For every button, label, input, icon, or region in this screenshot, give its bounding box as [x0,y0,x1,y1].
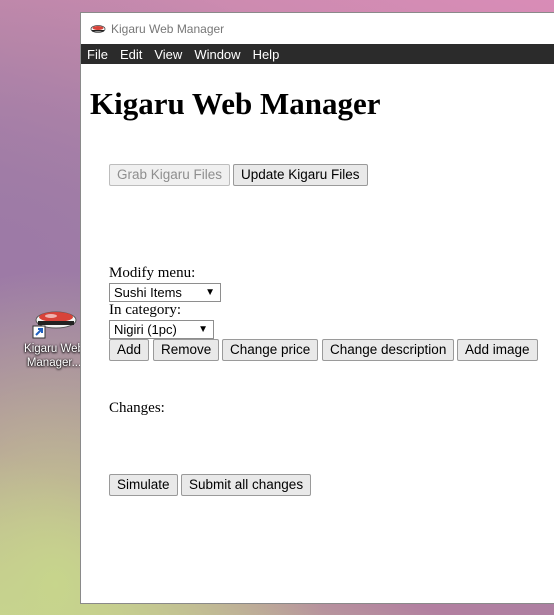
menu-help[interactable]: Help [247,47,286,62]
menu-file[interactable]: File [81,47,114,62]
menu-select[interactable]: Sushi Items ▼ [109,283,221,302]
menu-view[interactable]: View [148,47,188,62]
chevron-down-icon: ▼ [198,324,208,335]
menu-window[interactable]: Window [188,47,246,62]
category-select[interactable]: Nigiri (1pc) ▼ [109,320,214,339]
add-button[interactable]: Add [109,339,150,361]
page-title: Kigaru Web Manager [90,86,381,121]
submit-all-changes-button[interactable]: Submit all changes [181,474,312,496]
change-price-button[interactable]: Change price [222,339,319,361]
modify-menu-label: Modify menu: [109,265,196,281]
window-title: Kigaru Web Manager [111,21,225,36]
menu-bar: File Edit View Window Help [81,44,554,64]
menu-edit[interactable]: Edit [114,47,148,62]
sushi-title-icon [90,24,106,33]
category-select-value: Nigiri (1pc) [114,322,177,337]
simulate-button[interactable]: Simulate [109,474,178,496]
title-bar[interactable]: Kigaru Web Manager [81,13,554,44]
add-image-button[interactable]: Add image [457,339,538,361]
update-files-button[interactable]: Update Kigaru Files [233,164,368,186]
grab-files-button[interactable]: Grab Kigaru Files [109,164,231,186]
app-window: Kigaru Web Manager File Edit View Window… [80,12,554,604]
chevron-down-icon: ▼ [205,287,215,298]
change-description-button[interactable]: Change description [322,339,455,361]
sushi-app-icon [29,302,79,340]
menu-select-value: Sushi Items [114,285,182,300]
remove-button[interactable]: Remove [153,339,220,361]
changes-label: Changes: [109,400,165,416]
in-category-label: In category: [109,302,182,318]
